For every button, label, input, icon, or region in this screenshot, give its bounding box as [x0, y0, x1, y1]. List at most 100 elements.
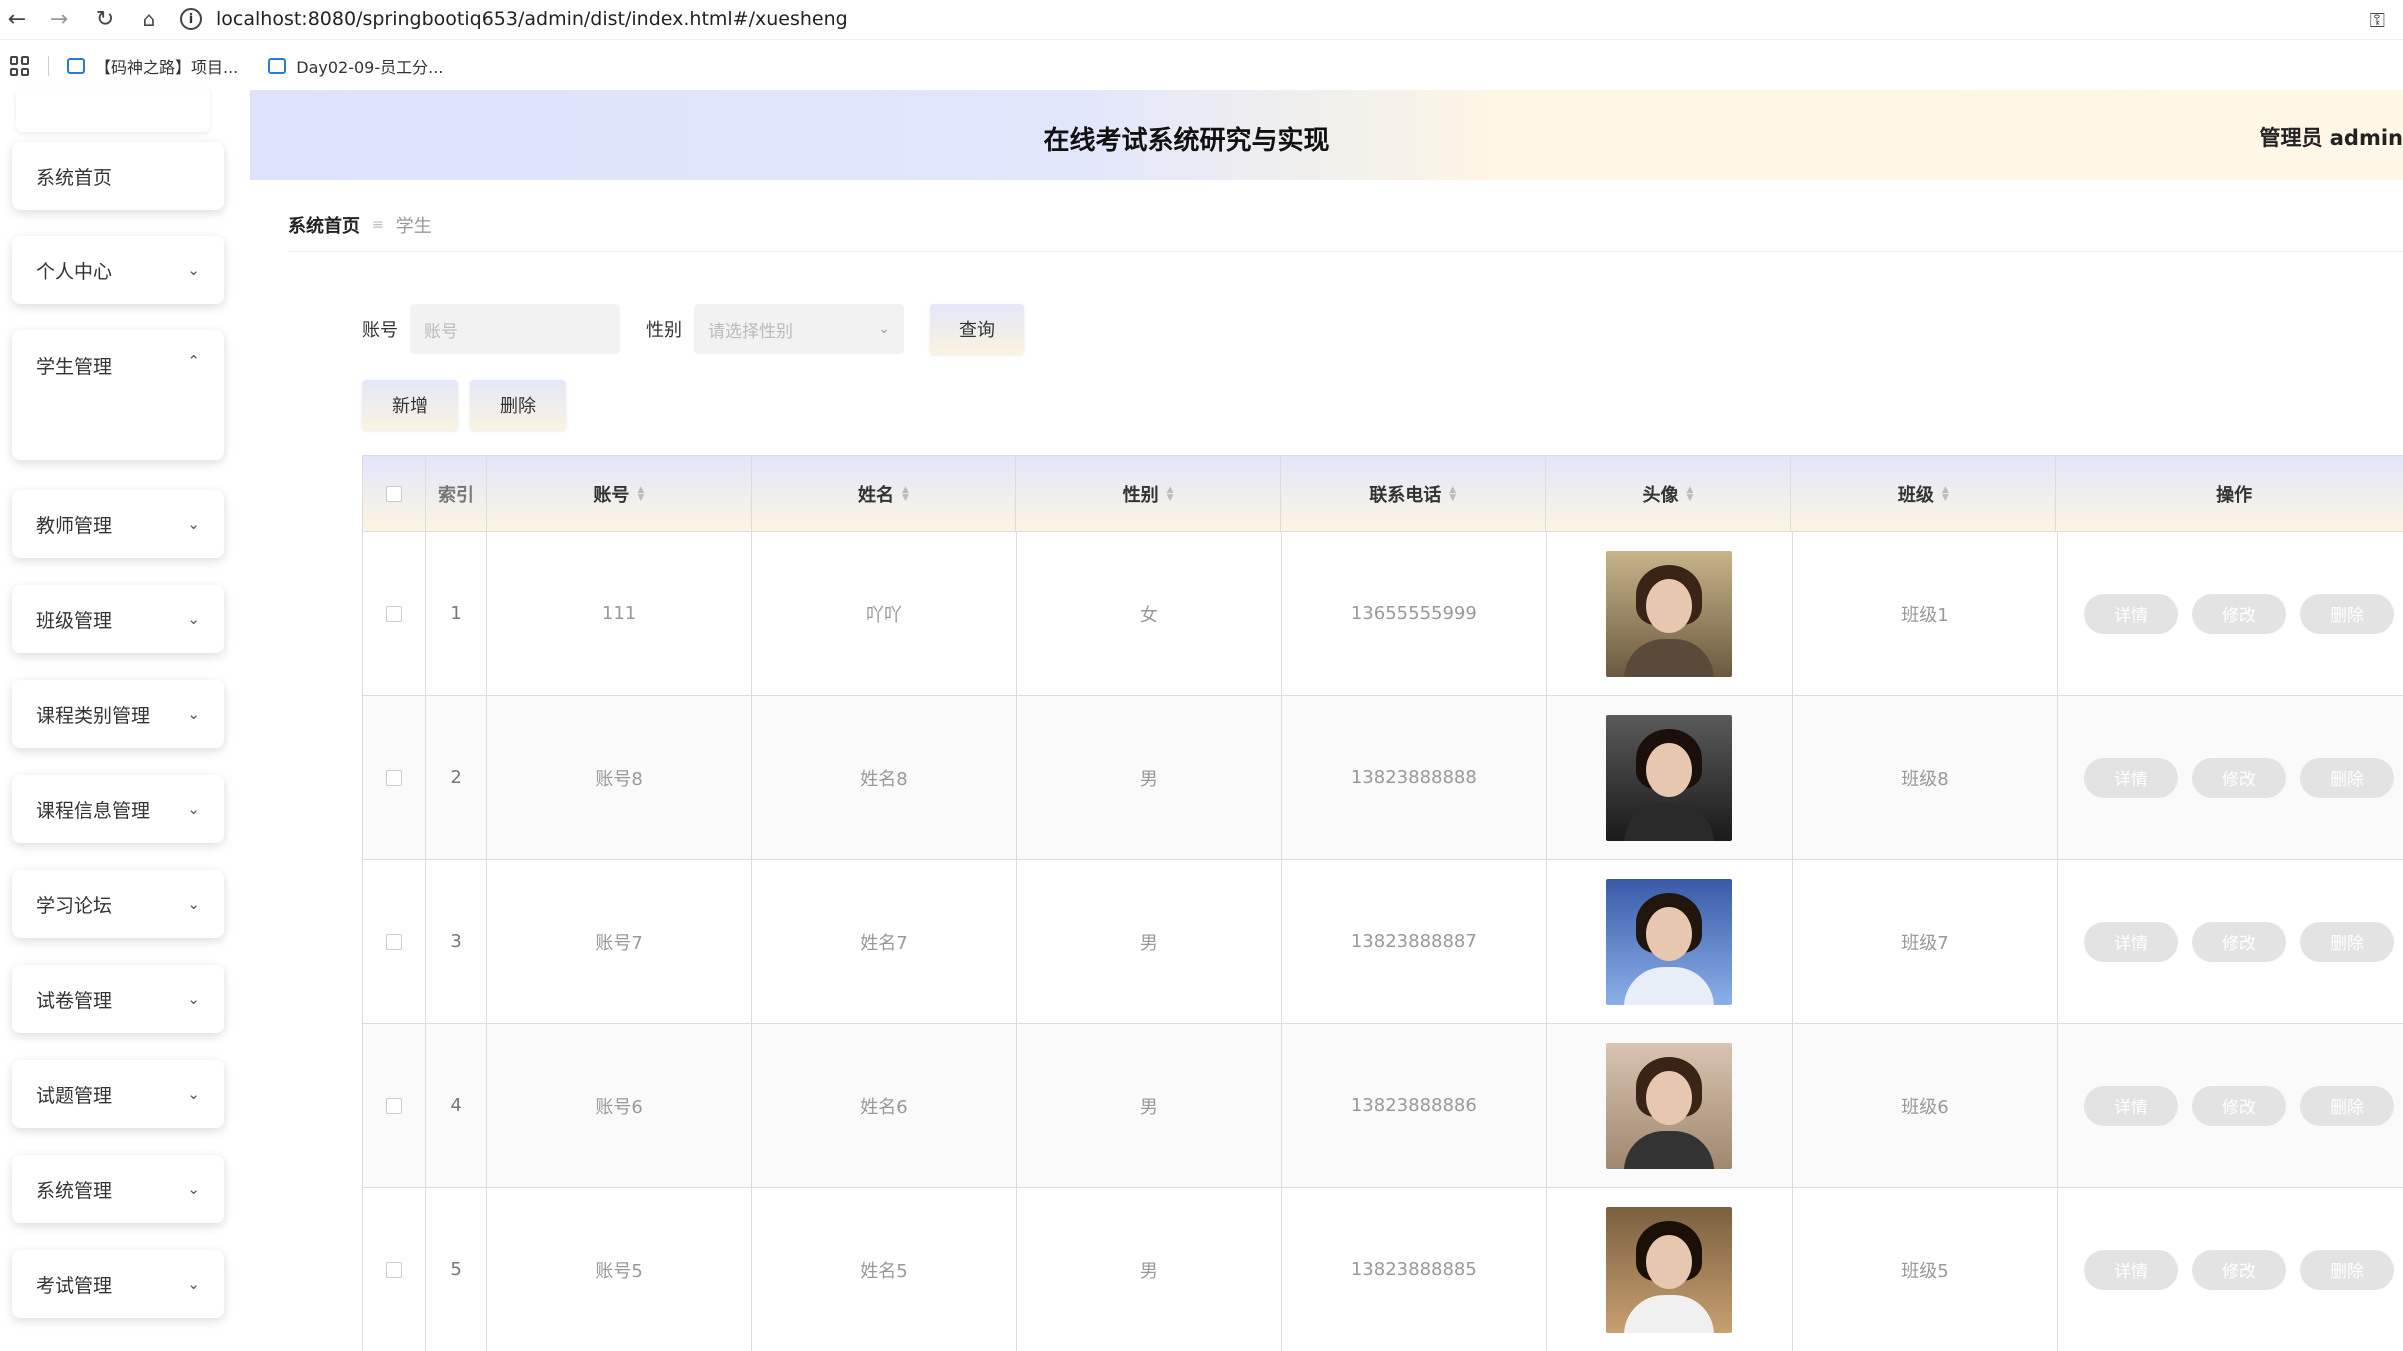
header-index: 索引: [426, 456, 487, 531]
table-row: 2 账号8 姓名8 男 13823888888 班级8 详情 修改 删除: [363, 695, 2403, 859]
sort-icon[interactable]: ▲ ▼: [1449, 485, 1456, 502]
edit-button[interactable]: 修改: [2191, 921, 2286, 962]
home-icon[interactable]: ⌂: [134, 4, 164, 34]
cell-operations: 详情 修改 删除: [2058, 532, 2403, 695]
app-title: 在线考试系统研究与实现: [1043, 126, 1330, 156]
sidebar-item-label: 教师管理: [36, 514, 113, 537]
delete-button[interactable]: 删除: [2299, 757, 2394, 798]
sidebar-item-class-management[interactable]: 班级管理 ⌄: [12, 585, 224, 653]
edit-button[interactable]: 修改: [2191, 1249, 2286, 1290]
sidebar-item-forum[interactable]: 学习论坛 ⌄: [12, 870, 224, 938]
sort-icon[interactable]: ▲ ▼: [1167, 485, 1174, 502]
sidebar-item-paper-management[interactable]: 试卷管理 ⌄: [12, 965, 224, 1033]
table-row: 4 账号6 姓名6 男 13823888886 班级6 详情 修改 删除: [363, 1023, 2403, 1187]
cell-avatar: [1547, 860, 1794, 1023]
header-name[interactable]: 姓名 ▲ ▼: [752, 456, 1017, 531]
avatar[interactable]: [1606, 1206, 1733, 1333]
sidebar-item-exam-management[interactable]: 考试管理 ⌄: [12, 1250, 224, 1318]
row-checkbox[interactable]: [386, 933, 403, 950]
chevron-down-icon: ⌄: [187, 1275, 200, 1293]
breadcrumb-current: 学生: [395, 216, 432, 237]
sidebar-item-label: 考试管理: [36, 1274, 113, 1297]
sort-icon[interactable]: ▲ ▼: [637, 485, 644, 502]
header-avatar[interactable]: 头像 ▲ ▼: [1546, 456, 1792, 531]
avatar-body: [1624, 802, 1715, 841]
avatar[interactable]: [1606, 878, 1733, 1005]
sidebar-item-course-category[interactable]: 课程类别管理 ⌄: [12, 680, 224, 748]
sort-icon[interactable]: ▲ ▼: [902, 485, 909, 502]
avatar-body: [1624, 638, 1715, 677]
cell-avatar: [1547, 532, 1794, 695]
header-phone[interactable]: 联系电话 ▲ ▼: [1281, 456, 1546, 531]
sort-icon[interactable]: ▲ ▼: [1687, 485, 1694, 502]
header-label: 性别: [1122, 484, 1159, 506]
delete-button[interactable]: 删除: [2299, 593, 2394, 634]
detail-button[interactable]: 详情: [2083, 593, 2178, 634]
gender-label: 性别: [646, 320, 682, 341]
sidebar-item-teacher-management[interactable]: 教师管理 ⌄: [12, 490, 224, 558]
password-key-icon[interactable]: ⚿: [2370, 8, 2385, 32]
bookmarks-bar: 【码神之路】项目... Day02-09-员工分...: [0, 46, 2403, 86]
detail-button[interactable]: 详情: [2083, 921, 2178, 962]
delete-button[interactable]: 删除: [2299, 1249, 2394, 1290]
sidebar-item-home[interactable]: 系统首页: [12, 142, 224, 210]
row-checkbox[interactable]: [386, 1261, 403, 1278]
header-class[interactable]: 班级 ▲ ▼: [1791, 456, 2057, 531]
apps-grid-icon[interactable]: [10, 56, 30, 76]
current-user[interactable]: 管理员 admin: [2259, 122, 2403, 152]
add-button[interactable]: 新增: [362, 380, 458, 430]
site-info-icon[interactable]: i: [180, 8, 202, 30]
sidebar-item-question-management[interactable]: 试题管理 ⌄: [12, 1060, 224, 1128]
bookmark-1[interactable]: 【码神之路】项目...: [67, 54, 238, 78]
cell-phone: 13823888886: [1282, 1024, 1547, 1187]
edit-button[interactable]: 修改: [2191, 593, 2286, 634]
cell-operations: 详情 修改 删除: [2058, 860, 2403, 1023]
reload-icon[interactable]: ↻: [90, 4, 120, 34]
avatar[interactable]: [1606, 714, 1733, 841]
header-label: 联系电话: [1369, 484, 1442, 506]
cell-class: 班级6: [1793, 1024, 2058, 1187]
select-all-cell: [363, 456, 426, 531]
detail-button[interactable]: 详情: [2083, 1249, 2178, 1290]
sidebar-top-bar: [16, 90, 210, 132]
delete-button[interactable]: 删除: [2299, 921, 2394, 962]
avatar[interactable]: [1606, 550, 1733, 677]
avatar[interactable]: [1606, 1042, 1733, 1169]
cell-index: 3: [426, 860, 488, 1023]
edit-button[interactable]: 修改: [2191, 757, 2286, 798]
row-checkbox[interactable]: [386, 1097, 403, 1114]
delete-button[interactable]: 删除: [2299, 1085, 2394, 1126]
address-bar[interactable]: i localhost:8080/springbootiq653/admin/d…: [180, 2, 2380, 36]
chevron-down-icon: ⌄: [187, 515, 200, 533]
row-checkbox[interactable]: [386, 605, 403, 622]
detail-button[interactable]: 详情: [2083, 757, 2178, 798]
query-button[interactable]: 查询: [930, 304, 1024, 354]
gender-select[interactable]: 请选择性别 ⌄: [694, 304, 904, 354]
breadcrumb-home[interactable]: 系统首页: [288, 212, 360, 238]
account-search-input[interactable]: 账号: [410, 304, 620, 354]
sidebar-item-system-management[interactable]: 系统管理 ⌄: [12, 1155, 224, 1223]
row-select-cell: [363, 1024, 427, 1187]
sidebar-item-course-info[interactable]: 课程信息管理 ⌄: [12, 775, 224, 843]
edit-button[interactable]: 修改: [2191, 1085, 2286, 1126]
back-icon[interactable]: ←: [2, 4, 32, 34]
sort-icon[interactable]: ▲ ▼: [1942, 485, 1949, 502]
sidebar-item-label: 班级管理: [36, 609, 113, 632]
sidebar-item-student-management[interactable]: 学生管理 ⌃: [12, 330, 224, 460]
cell-index: 2: [426, 696, 488, 859]
row-checkbox[interactable]: [386, 769, 403, 786]
header-account[interactable]: 账号 ▲ ▼: [487, 456, 752, 531]
cell-gender: 女: [1017, 532, 1282, 695]
bookmark-2[interactable]: Day02-09-员工分...: [268, 54, 443, 78]
batch-delete-button[interactable]: 删除: [470, 380, 566, 430]
detail-button[interactable]: 详情: [2083, 1085, 2178, 1126]
bookmarks-divider: [48, 56, 49, 76]
breadcrumb-separator-icon: ≡: [372, 217, 384, 233]
sidebar-item-personal-center[interactable]: 个人中心 ⌄: [12, 236, 224, 304]
chevron-down-icon: ⌄: [878, 321, 890, 337]
forward-icon[interactable]: →: [44, 4, 74, 34]
select-all-checkbox[interactable]: [385, 485, 402, 502]
chevron-down-icon: ⌄: [187, 1085, 200, 1103]
cell-avatar: [1547, 696, 1794, 859]
header-gender[interactable]: 性别 ▲ ▼: [1016, 456, 1281, 531]
